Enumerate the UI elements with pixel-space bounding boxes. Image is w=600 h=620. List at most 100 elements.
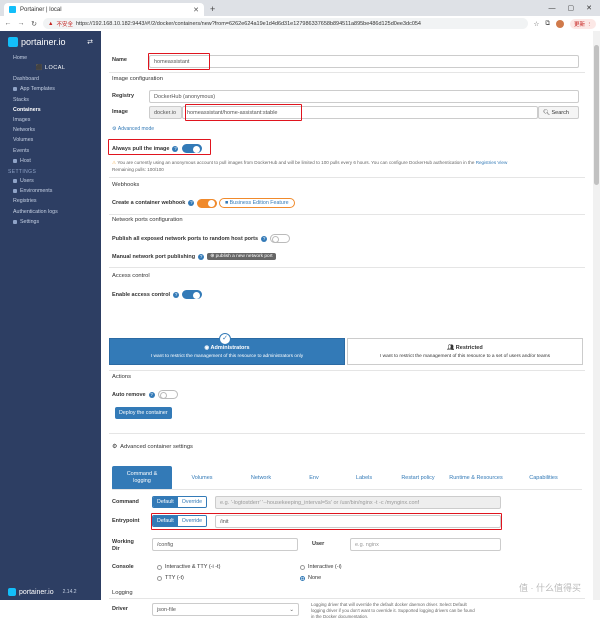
browser-tab[interactable]: Portainer | local ✕ [4, 3, 204, 16]
sidebar-item-label: Stacks [13, 96, 29, 103]
console-option-interactive-tty[interactable]: Interactive & TTY (-i -t) [157, 564, 220, 570]
console-label: Console [112, 564, 134, 570]
dockerhub-notice: ⚠ You are currently using an anonymous a… [112, 160, 582, 173]
name-input[interactable]: homeassistant [149, 55, 579, 68]
tab-command-logging[interactable]: Command & logging [112, 466, 172, 490]
help-icon: ? [173, 291, 180, 298]
name-highlight [148, 53, 210, 70]
webhook-toggle[interactable] [197, 198, 218, 208]
expand-icon [13, 158, 17, 163]
tab-runtime-resources[interactable]: Runtime & Resources [446, 475, 506, 481]
command-override-button[interactable]: Override [177, 497, 207, 507]
tab-restart-policy[interactable]: Restart policy [390, 475, 446, 481]
tab-volumes[interactable]: Volumes [172, 475, 232, 481]
sidebar-item-label: Settings [20, 218, 40, 225]
access-control-title: Access control [112, 273, 150, 279]
console-option-none[interactable]: None [300, 575, 321, 581]
registry-select[interactable]: DockerHub (anonymous) [149, 90, 579, 103]
command-input[interactable]: e.g. '-logtostderr' '--housekeeping_inte… [215, 496, 501, 509]
sidebar-item-environments[interactable]: Environments [0, 186, 101, 196]
users-icon: 👥︎ [447, 344, 455, 351]
divider [109, 267, 585, 268]
sidebar-item-settings[interactable]: Settings [0, 217, 101, 227]
image-prefix-text: docker.io [154, 109, 177, 116]
access-control-toggle[interactable] [182, 290, 203, 299]
scrollbar-thumb[interactable] [594, 45, 599, 185]
sidebar-item-host[interactable]: Host [0, 156, 101, 166]
advanced-mode-text: Advanced mode [117, 126, 155, 132]
registries-link[interactable]: Registries View [476, 160, 508, 165]
tab-labels[interactable]: Labels [338, 475, 390, 481]
close-window-icon[interactable]: ✕ [586, 2, 592, 16]
console-option-interactive[interactable]: Interactive (-i) [300, 564, 342, 570]
auto-remove-toggle[interactable] [157, 390, 178, 399]
back-icon[interactable]: ← [4, 20, 12, 27]
extensions-icon[interactable]: ⧉ [545, 20, 550, 28]
endpoint-label: LOCAL [44, 65, 66, 72]
sidebar-item-users[interactable]: Users [0, 176, 101, 186]
update-button[interactable]: 更新 ⋮ [569, 18, 596, 29]
sidebar-item-dashboard[interactable]: Dashboard [0, 74, 101, 84]
user-label: User [312, 541, 325, 547]
portainer-logo[interactable]: portainer.io ⇄ [0, 31, 101, 53]
divider [109, 598, 585, 599]
sidebar-item-events[interactable]: Events [0, 146, 101, 156]
forward-icon[interactable]: → [17, 20, 25, 27]
reload-icon[interactable]: ↻ [30, 20, 38, 28]
settings-header: SETTINGS [8, 168, 37, 175]
manual-port-label: Manual network port publishing [112, 253, 196, 260]
radio-icon [300, 564, 305, 570]
sidebar-item-app-templates[interactable]: App Templates [0, 84, 101, 94]
sidebar-item-volumes[interactable]: Volumes [0, 135, 101, 145]
check-icon: ✓ [219, 333, 231, 345]
sidebar-item-label: Events [13, 147, 30, 154]
close-tab-icon[interactable]: ✕ [193, 6, 199, 14]
sidebar-item-label: Networks [13, 127, 36, 134]
advanced-mode-link[interactable]: ⚙ Advanced mode [112, 126, 154, 132]
sidebar-item-containers[interactable]: Containers [0, 105, 101, 115]
tab-network[interactable]: Network [232, 475, 290, 481]
console-option-tty[interactable]: TTY (-t) [157, 575, 184, 581]
search-button[interactable]: 🔍︎ Search [538, 106, 579, 119]
tab-env[interactable]: Env [290, 475, 338, 481]
settings-icon: ⚙ [112, 126, 117, 132]
swap-endpoint-icon[interactable]: ⇄ [87, 38, 93, 46]
sidebar-item-registries[interactable]: Registries [0, 196, 101, 206]
workdir-input[interactable]: /config [152, 538, 298, 551]
maximize-icon[interactable]: ▢ [568, 2, 575, 16]
sidebar-item-stacks[interactable]: Stacks [0, 95, 101, 105]
tab-title: Portainer | local [20, 6, 62, 13]
new-tab-icon[interactable]: + [210, 3, 215, 16]
tab-capabilities[interactable]: Capabilities [506, 475, 581, 481]
plus-icon: ⊕ [210, 254, 215, 259]
scrollbar[interactable] [593, 31, 600, 600]
business-edition-badge[interactable]: ■ Business Edition Feature [218, 198, 295, 208]
publish-all-toggle[interactable] [270, 234, 291, 243]
expand-icon [13, 189, 17, 194]
driver-label: Driver [112, 606, 128, 612]
sidebar-item-images[interactable]: Images [0, 115, 101, 125]
sidebar: portainer.io ⇄ Home ⬛ LOCAL Dashboard App… [0, 31, 101, 600]
deploy-button[interactable]: Deploy the container [115, 407, 172, 419]
brand-name: portainer.io [21, 37, 66, 47]
console-option-label: None [308, 575, 322, 581]
command-default-button[interactable]: Default [153, 497, 178, 507]
divider [109, 214, 585, 215]
sidebar-item-label: Home [13, 55, 28, 62]
sidebar-item-networks[interactable]: Networks [0, 125, 101, 135]
command-mode: Default Override [152, 496, 208, 508]
endpoint-name: ⬛ LOCAL [35, 65, 66, 72]
help-icon: ? [148, 391, 155, 398]
star-icon[interactable]: ☆ [533, 20, 539, 28]
driver-select[interactable]: json-file ⌄ [152, 603, 299, 616]
publish-port-button[interactable]: ⊕ publish a new network port [207, 253, 276, 260]
command-label: Command [112, 499, 139, 505]
sidebar-item-label: Authentication logs [13, 208, 58, 215]
sidebar-item-home[interactable]: Home [0, 53, 101, 63]
address-bar[interactable]: ▲ 不安全 https://192.168.10.182:9443/#!/2/doc… [43, 18, 529, 29]
sidebar-item-auth-logs[interactable]: Authentication logs [0, 206, 101, 216]
minimize-icon[interactable]: — [549, 2, 556, 16]
user-input[interactable]: e.g. nginx [350, 538, 501, 551]
restricted-option[interactable]: 👥︎ Restricted I want to restrict the mana… [347, 338, 583, 365]
profile-avatar[interactable] [555, 19, 564, 28]
